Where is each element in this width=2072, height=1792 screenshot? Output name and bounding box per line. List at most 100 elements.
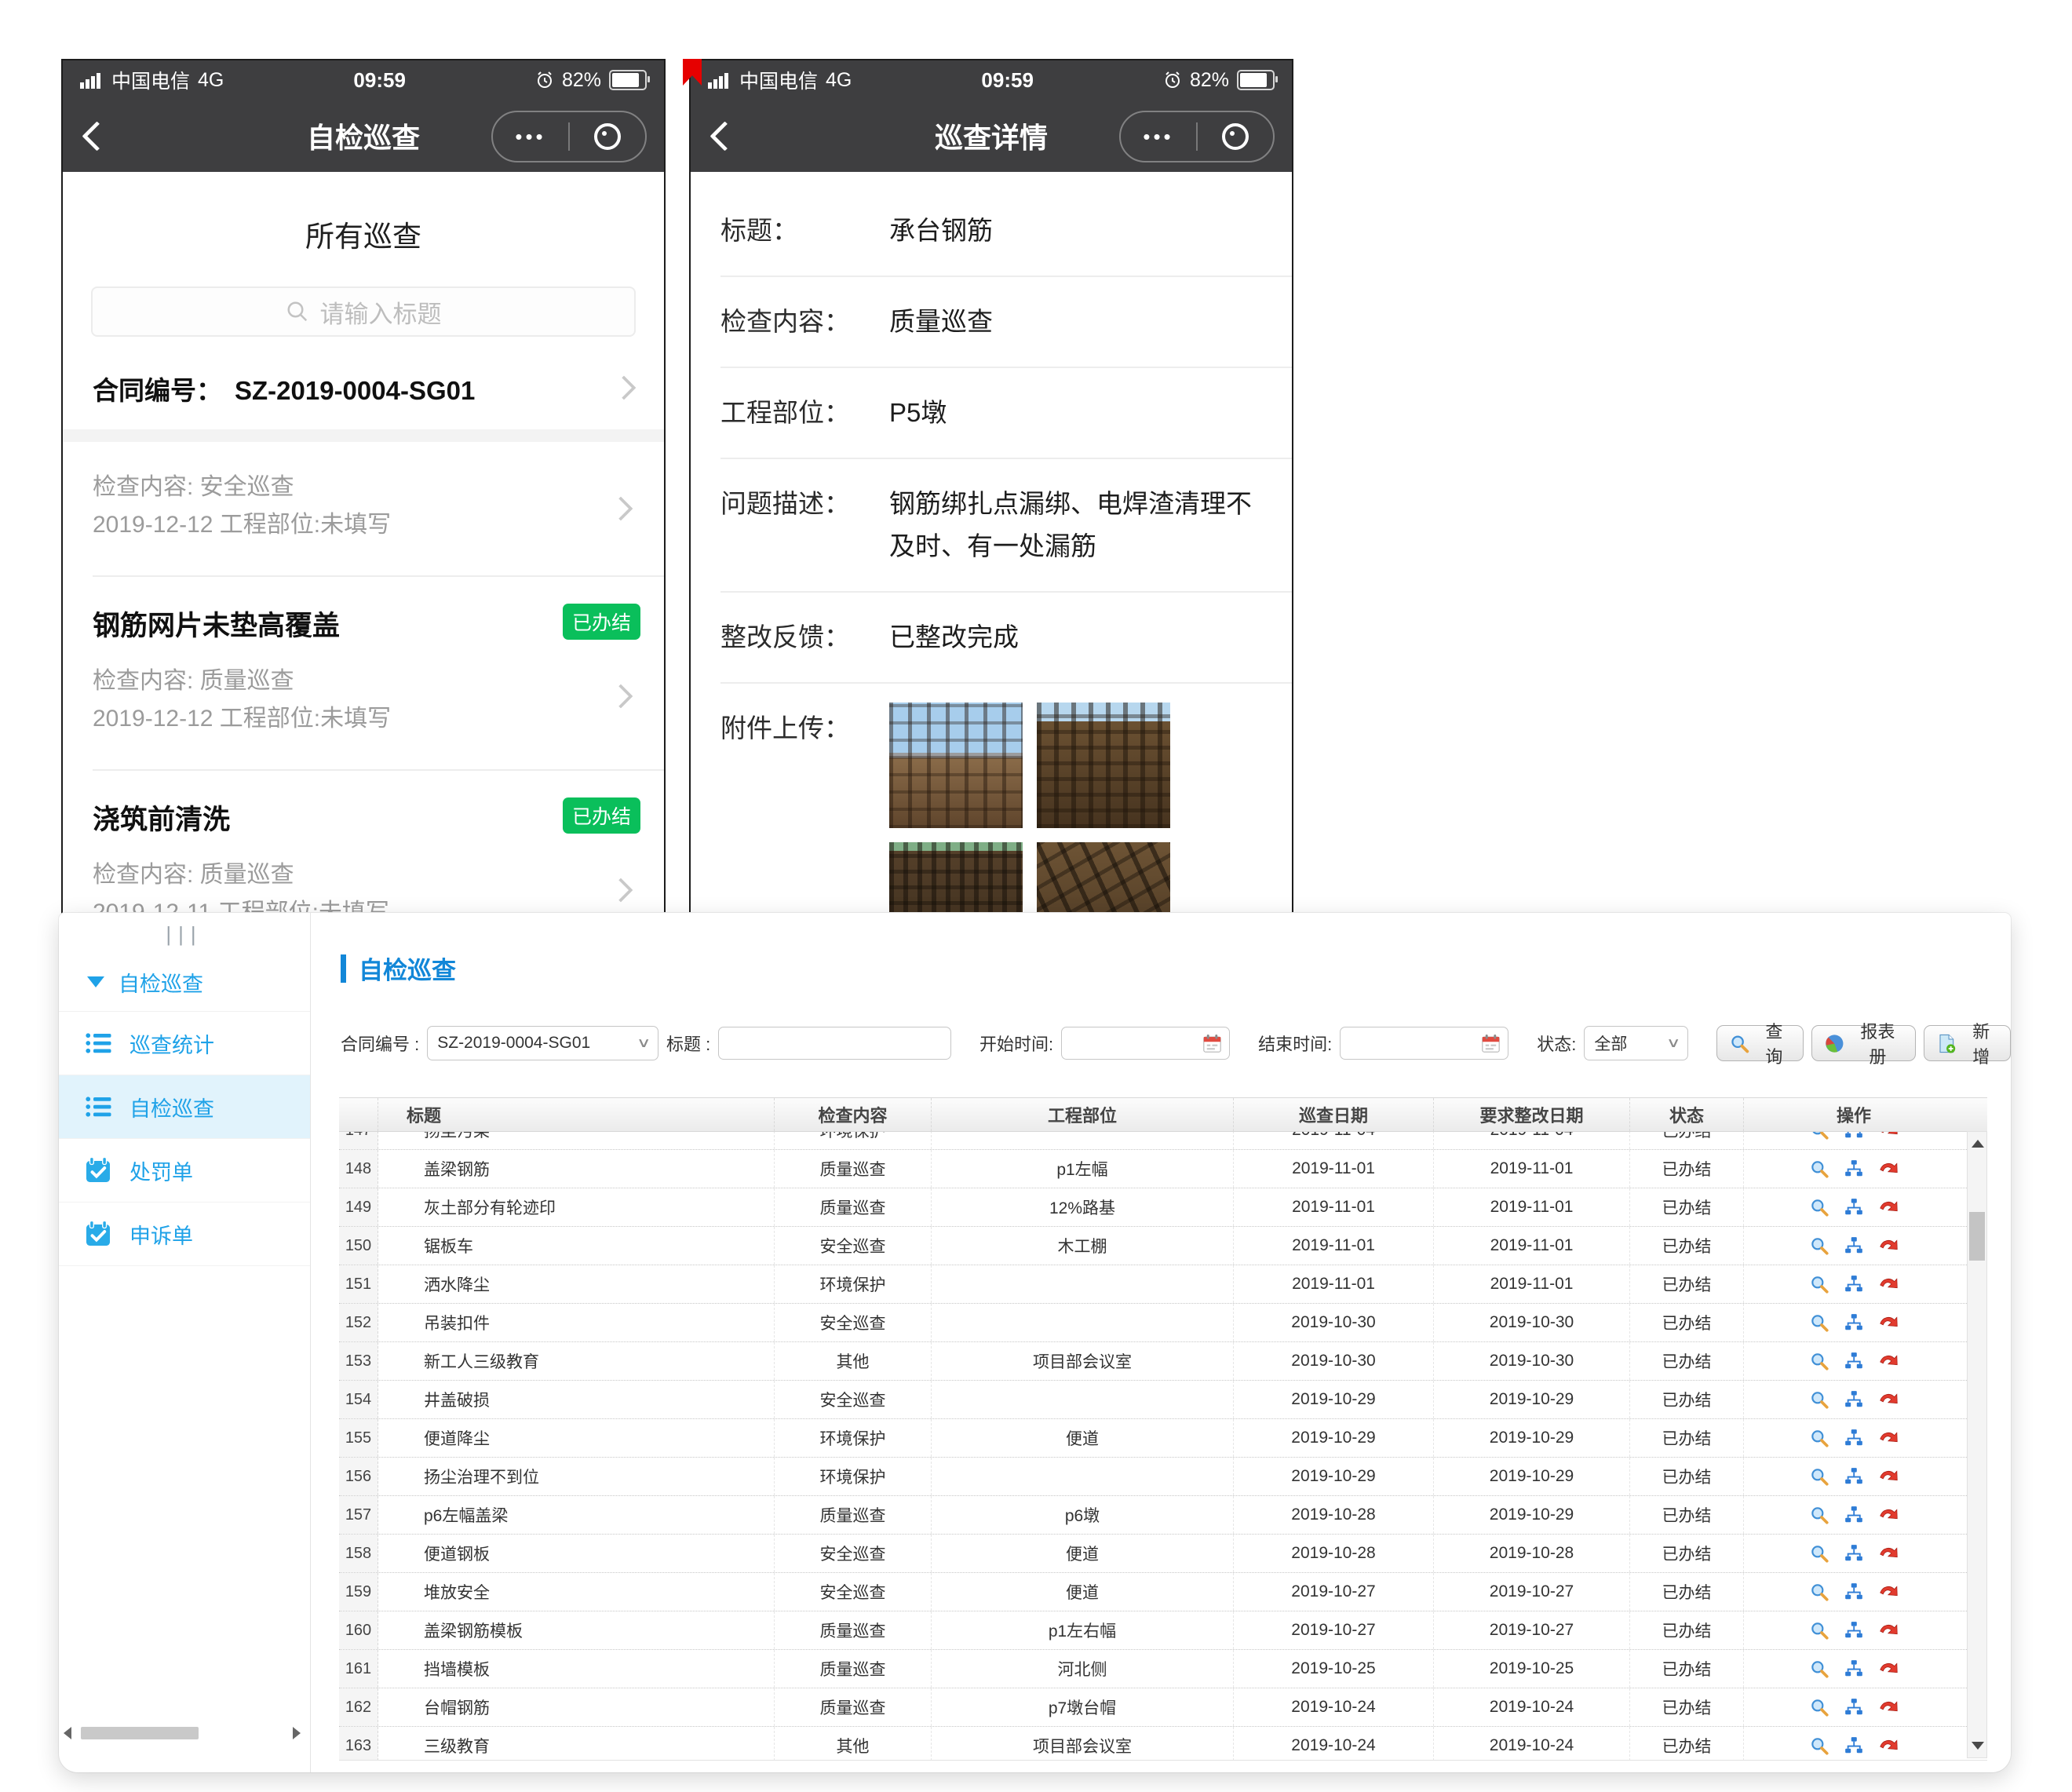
view-magnifier-icon[interactable]: [1809, 1389, 1829, 1410]
report-book-button[interactable]: 报表册: [1811, 1025, 1916, 1061]
flow-sitemap-icon[interactable]: [1844, 1582, 1864, 1602]
view-magnifier-icon[interactable]: [1809, 1159, 1829, 1179]
return-arrow-icon[interactable]: [1878, 1312, 1899, 1333]
more-icon[interactable]: •••: [493, 125, 568, 149]
return-arrow-icon[interactable]: [1878, 1620, 1899, 1641]
return-arrow-icon[interactable]: [1878, 1235, 1899, 1256]
search-input[interactable]: 请输入标题: [91, 287, 636, 337]
flow-sitemap-icon[interactable]: [1844, 1235, 1864, 1256]
table-row[interactable]: 154 井盖破损 安全巡查 2019-10-29 2019-10-29 已办结: [339, 1381, 1987, 1419]
table-row[interactable]: 149 灰土部分有轮迹印 质量巡查 12%路基 2019-11-01 2019-…: [339, 1188, 1987, 1227]
view-magnifier-icon[interactable]: [1809, 1466, 1829, 1487]
view-magnifier-icon[interactable]: [1809, 1620, 1829, 1641]
sidebar-item-patrol-stats[interactable]: 巡查统计: [59, 1012, 310, 1075]
table-row[interactable]: 159 堆放安全 安全巡查 便道 2019-10-27 2019-10-27 已…: [339, 1573, 1987, 1611]
contract-select[interactable]: SZ-2019-0004-SG01 ∨: [427, 1026, 658, 1060]
title-input[interactable]: [718, 1027, 951, 1060]
view-magnifier-icon[interactable]: [1809, 1132, 1829, 1141]
table-row[interactable]: 148 盖梁钢筋 质量巡查 p1左幅 2019-11-01 2019-11-01…: [339, 1150, 1987, 1188]
inspection-list-item[interactable]: 钢筋网片未垫高覆盖 已办结 检查内容: 质量巡查 2019-12-12 工程部位…: [63, 577, 664, 769]
attachment-photo[interactable]: [889, 703, 1023, 828]
flow-sitemap-icon[interactable]: [1844, 1159, 1864, 1179]
scroll-up-icon[interactable]: [1972, 1140, 1984, 1148]
view-magnifier-icon[interactable]: [1809, 1197, 1829, 1217]
sidebar-root-item[interactable]: 自检巡查: [59, 953, 310, 1012]
view-magnifier-icon[interactable]: [1809, 1659, 1829, 1679]
view-magnifier-icon[interactable]: [1809, 1735, 1829, 1756]
view-magnifier-icon[interactable]: [1809, 1428, 1829, 1448]
table-row[interactable]: 151 洒水降尘 环境保护 2019-11-01 2019-11-01 已办结: [339, 1265, 1987, 1304]
flow-sitemap-icon[interactable]: [1844, 1505, 1864, 1525]
more-icon[interactable]: •••: [1121, 125, 1196, 149]
flow-sitemap-icon[interactable]: [1844, 1132, 1864, 1141]
flow-sitemap-icon[interactable]: [1844, 1197, 1864, 1217]
view-magnifier-icon[interactable]: [1809, 1697, 1829, 1717]
return-arrow-icon[interactable]: [1878, 1735, 1899, 1756]
sidebar-item-penalty-ticket[interactable]: 处罚单: [59, 1139, 310, 1203]
scroll-right-icon[interactable]: [293, 1727, 301, 1739]
table-row[interactable]: 158 便道钢板 安全巡查 便道 2019-10-28 2019-10-28 已…: [339, 1535, 1987, 1573]
contract-filter-row[interactable]: 合同编号：SZ-2019-0004-SG01: [63, 365, 664, 429]
view-magnifier-icon[interactable]: [1809, 1312, 1829, 1333]
view-magnifier-icon[interactable]: [1809, 1274, 1829, 1294]
flow-sitemap-icon[interactable]: [1844, 1543, 1864, 1564]
return-arrow-icon[interactable]: [1878, 1428, 1899, 1448]
return-arrow-icon[interactable]: [1878, 1351, 1899, 1371]
table-row[interactable]: 147 扬尘污染 环境保护 2019-11-04 2019-11-04 已办结: [339, 1132, 1987, 1150]
view-magnifier-icon[interactable]: [1809, 1543, 1829, 1564]
view-magnifier-icon[interactable]: [1809, 1235, 1829, 1256]
return-arrow-icon[interactable]: [1878, 1132, 1899, 1141]
status-select[interactable]: 全部 ∨: [1584, 1026, 1688, 1060]
flow-sitemap-icon[interactable]: [1844, 1659, 1864, 1679]
return-arrow-icon[interactable]: [1878, 1582, 1899, 1602]
add-new-button[interactable]: 新增: [1924, 1025, 2011, 1061]
sidebar-resize-handle[interactable]: |||: [59, 922, 310, 947]
attachment-photo[interactable]: [1037, 703, 1170, 828]
sidebar-horizontal-scrollbar[interactable]: [64, 1725, 301, 1741]
table-vertical-scrollbar[interactable]: [1967, 1131, 1987, 1758]
table-row[interactable]: 162 台帽钢筋 质量巡查 p7墩台帽 2019-10-24 2019-10-2…: [339, 1688, 1987, 1727]
table-row[interactable]: 156 扬尘治理不到位 环境保护 2019-10-29 2019-10-29 已…: [339, 1458, 1987, 1496]
return-arrow-icon[interactable]: [1878, 1543, 1899, 1564]
flow-sitemap-icon[interactable]: [1844, 1274, 1864, 1294]
sidebar-item-self-inspection[interactable]: 自检巡查: [59, 1075, 310, 1139]
minimize-icon[interactable]: [1198, 123, 1273, 150]
return-arrow-icon[interactable]: [1878, 1159, 1899, 1179]
view-magnifier-icon[interactable]: [1809, 1505, 1829, 1525]
table-row[interactable]: 160 盖梁钢筋模板 质量巡查 p1左右幅 2019-10-27 2019-10…: [339, 1611, 1987, 1650]
sidebar-item-appeal-ticket[interactable]: 申诉单: [59, 1203, 310, 1266]
flow-sitemap-icon[interactable]: [1844, 1389, 1864, 1410]
table-row[interactable]: 152 吊装扣件 安全巡查 2019-10-30 2019-10-30 已办结: [339, 1304, 1987, 1342]
flow-sitemap-icon[interactable]: [1844, 1697, 1864, 1717]
scrollbar-thumb[interactable]: [81, 1727, 199, 1739]
view-magnifier-icon[interactable]: [1809, 1351, 1829, 1371]
calendar-icon[interactable]: [1202, 1033, 1223, 1054]
minimize-icon[interactable]: [570, 123, 645, 150]
return-arrow-icon[interactable]: [1878, 1659, 1899, 1679]
query-button[interactable]: 查询: [1716, 1025, 1804, 1061]
return-arrow-icon[interactable]: [1878, 1274, 1899, 1294]
wechat-capsule[interactable]: •••: [491, 111, 647, 162]
table-row[interactable]: 150 锯板车 安全巡查 木工棚 2019-11-01 2019-11-01 已…: [339, 1227, 1987, 1265]
table-row[interactable]: 161 挡墙模板 质量巡查 河北侧 2019-10-25 2019-10-25 …: [339, 1650, 1987, 1688]
return-arrow-icon[interactable]: [1878, 1466, 1899, 1487]
flow-sitemap-icon[interactable]: [1844, 1312, 1864, 1333]
flow-sitemap-icon[interactable]: [1844, 1620, 1864, 1641]
inspection-list-item[interactable]: 检查内容: 安全巡查 2019-12-12 工程部位:未填写: [63, 442, 664, 575]
scrollbar-thumb[interactable]: [1969, 1212, 1985, 1261]
flow-sitemap-icon[interactable]: [1844, 1428, 1864, 1448]
return-arrow-icon[interactable]: [1878, 1697, 1899, 1717]
return-arrow-icon[interactable]: [1878, 1389, 1899, 1410]
flow-sitemap-icon[interactable]: [1844, 1735, 1864, 1756]
table-row[interactable]: 163 三级教育 其他 项目部会议室 2019-10-24 2019-10-24…: [339, 1727, 1987, 1761]
return-arrow-icon[interactable]: [1878, 1505, 1899, 1525]
wechat-capsule[interactable]: •••: [1119, 111, 1275, 162]
scroll-down-icon[interactable]: [1972, 1742, 1984, 1750]
table-row[interactable]: 157 p6左幅盖梁 质量巡查 p6墩 2019-10-28 2019-10-2…: [339, 1496, 1987, 1535]
table-row[interactable]: 153 新工人三级教育 其他 项目部会议室 2019-10-30 2019-10…: [339, 1342, 1987, 1381]
flow-sitemap-icon[interactable]: [1844, 1466, 1864, 1487]
return-arrow-icon[interactable]: [1878, 1197, 1899, 1217]
scroll-left-icon[interactable]: [64, 1727, 71, 1739]
view-magnifier-icon[interactable]: [1809, 1582, 1829, 1602]
flow-sitemap-icon[interactable]: [1844, 1351, 1864, 1371]
